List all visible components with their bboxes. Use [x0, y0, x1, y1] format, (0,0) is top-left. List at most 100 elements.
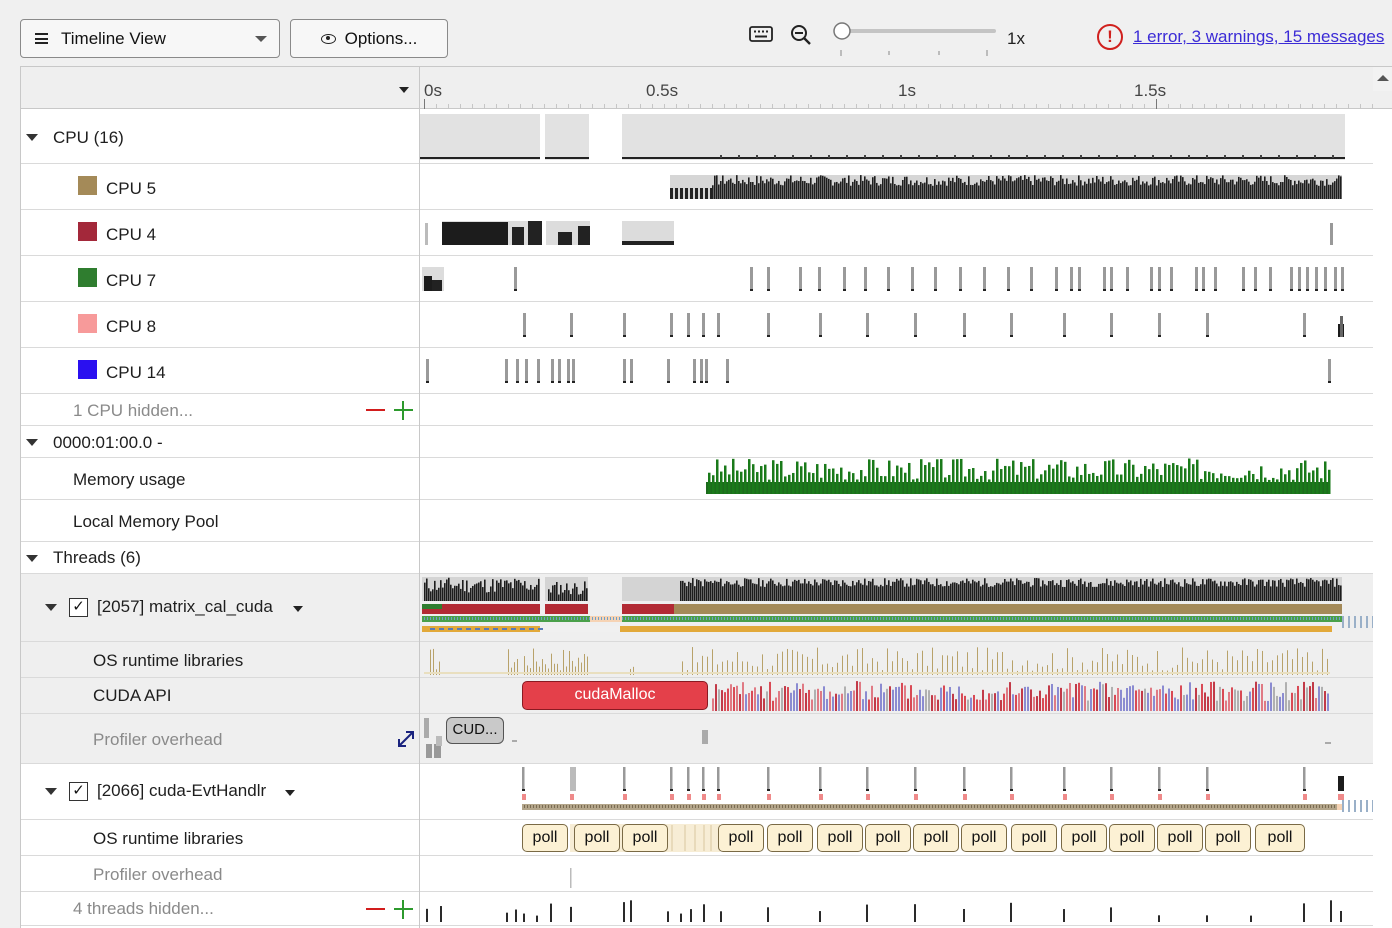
- cpu-hidden-row[interactable]: 1 CPU hidden...: [21, 394, 1373, 426]
- activity-bar: [1224, 155, 1226, 158]
- os-runtime-row[interactable]: OS runtime libraries: [21, 642, 1373, 678]
- profiler-overhead-row[interactable]: Profiler overhead CUD...: [21, 714, 1373, 764]
- thread-checkbox[interactable]: ✓: [69, 782, 88, 801]
- poll-range[interactable]: poll: [913, 824, 959, 852]
- column-divider[interactable]: [419, 67, 420, 928]
- thread-state-bar: [889, 617, 890, 620]
- cpu-row[interactable]: CPU 7: [21, 256, 1373, 302]
- cpu-bar: [622, 604, 674, 614]
- activity-bar: [1234, 585, 1236, 601]
- poll-range[interactable]: poll: [767, 824, 813, 852]
- cuda-api-row[interactable]: CUDA API cudaMalloc: [21, 678, 1373, 714]
- hidden-threads-track[interactable]: [420, 892, 1373, 926]
- cpu7-track[interactable]: [420, 256, 1373, 302]
- poll-range[interactable]: poll: [718, 824, 764, 852]
- activity-spike: [515, 909, 517, 922]
- poll-track[interactable]: poll poll poll poll poll poll poll poll …: [420, 820, 1373, 855]
- poll-range[interactable]: poll: [817, 824, 863, 852]
- poll-range[interactable]: poll: [1255, 824, 1305, 852]
- expand-triangle-icon[interactable]: [26, 555, 38, 562]
- thread-state-bar: [1330, 617, 1331, 620]
- poll-range[interactable]: poll: [574, 824, 620, 852]
- poll-range[interactable]: poll: [961, 824, 1007, 852]
- os-runtime-row[interactable]: OS runtime libraries poll poll poll poll…: [21, 820, 1373, 856]
- thread-state-bar: [652, 617, 653, 620]
- cpu-row[interactable]: CPU 5: [21, 164, 1373, 210]
- poll-range[interactable]: poll: [1157, 824, 1203, 852]
- cpu14-track[interactable]: [420, 348, 1373, 394]
- zoom-out-icon[interactable]: [790, 24, 812, 46]
- thread-row[interactable]: ✓ [2057] matrix_cal_cuda: [21, 574, 1374, 642]
- cpu-row[interactable]: CPU 4: [21, 210, 1373, 256]
- minus-icon[interactable]: [366, 908, 385, 910]
- thread-activity-track[interactable]: [420, 764, 1374, 820]
- cpu-row[interactable]: CPU 14: [21, 348, 1373, 394]
- memory-usage-bar: [828, 468, 831, 494]
- activity-bar: [718, 184, 720, 199]
- thread-state-bar: [700, 617, 701, 620]
- memory-usage-bar: [992, 470, 995, 494]
- poll-range[interactable]: poll: [1061, 824, 1107, 852]
- minus-icon[interactable]: [366, 409, 385, 411]
- profiler-overhead-row[interactable]: Profiler overhead: [21, 856, 1373, 892]
- profiler-overhead-track[interactable]: [420, 856, 1373, 892]
- column-menu-caret[interactable]: [399, 87, 409, 93]
- cuda-malloc-range[interactable]: cudaMalloc: [522, 681, 708, 710]
- memory-usage-bar: [1152, 463, 1155, 494]
- expand-triangle-icon[interactable]: [45, 788, 57, 795]
- activity-bar: [1208, 578, 1210, 601]
- poll-range[interactable]: poll: [865, 824, 911, 852]
- cpu4-track[interactable]: [420, 210, 1373, 256]
- cpu8-track[interactable]: [420, 302, 1373, 348]
- thread-menu-caret[interactable]: [285, 790, 295, 796]
- activity-spike: [623, 902, 625, 922]
- cuda-overhead-range[interactable]: CUD...: [446, 717, 504, 744]
- activity-bar: [1270, 176, 1272, 199]
- options-button[interactable]: Options...: [290, 19, 448, 58]
- poll-range[interactable]: poll: [622, 824, 668, 852]
- cpu-overview-track[interactable]: [420, 110, 1373, 164]
- cuda-api-call: [898, 686, 900, 711]
- diagnostics[interactable]: ! 1 error, 3 warnings, 15 messages: [1097, 24, 1384, 50]
- activity-bar: [740, 586, 742, 601]
- thread-activity-track[interactable]: [420, 574, 1374, 642]
- thread-state-bar: [803, 805, 804, 808]
- activity-spike: [843, 289, 846, 291]
- local-memory-pool-row[interactable]: Local Memory Pool: [21, 500, 1373, 542]
- keyboard-icon[interactable]: [749, 24, 773, 44]
- cpu-row[interactable]: CPU 8: [21, 302, 1373, 348]
- memory-usage-bar: [1136, 476, 1139, 494]
- view-select[interactable]: Timeline View: [20, 19, 280, 58]
- memory-usage-bar: [1264, 477, 1267, 494]
- expand-arrows-icon[interactable]: [396, 729, 416, 749]
- zoom-slider[interactable]: [832, 22, 1000, 58]
- expand-triangle-icon[interactable]: [26, 439, 38, 446]
- expand-triangle-icon[interactable]: [45, 604, 57, 611]
- poll-range[interactable]: poll: [522, 824, 568, 852]
- os-runtime-call: [1282, 653, 1283, 675]
- cpu-group-row[interactable]: CPU (16): [21, 110, 1373, 164]
- poll-range[interactable]: poll: [1205, 824, 1251, 852]
- thread-row[interactable]: ✓ [2066] cuda-EvtHandlr: [21, 764, 1374, 820]
- threads-group-row[interactable]: Threads (6): [21, 542, 1373, 574]
- cpu5-track[interactable]: [420, 164, 1373, 210]
- thread-state-bar: [952, 617, 953, 620]
- thread-checkbox[interactable]: ✓: [69, 598, 88, 617]
- device-group-row[interactable]: 0000:01:00.0 -: [21, 426, 1373, 458]
- thread-state-bar: [1175, 805, 1176, 808]
- os-runtime-track[interactable]: [420, 642, 1373, 678]
- poll-range[interactable]: poll: [1109, 824, 1155, 852]
- diagnostics-link[interactable]: 1 error, 3 warnings, 15 messages: [1133, 27, 1384, 47]
- threads-hidden-row[interactable]: 4 threads hidden...: [21, 892, 1373, 926]
- thread-state-bar: [1337, 804, 1342, 810]
- profiler-overhead-track[interactable]: [420, 714, 1373, 764]
- memory-usage-row[interactable]: Memory usage: [21, 458, 1373, 500]
- cuda-api-call: [850, 691, 852, 711]
- scroll-up-arrow[interactable]: [1373, 67, 1392, 91]
- expand-triangle-icon[interactable]: [26, 134, 38, 141]
- memory-usage-track[interactable]: [420, 458, 1373, 500]
- thread-menu-caret[interactable]: [293, 606, 303, 612]
- poll-range[interactable]: poll: [1011, 824, 1057, 852]
- activity-bar: [1246, 584, 1248, 601]
- activity-spike: [558, 381, 561, 383]
